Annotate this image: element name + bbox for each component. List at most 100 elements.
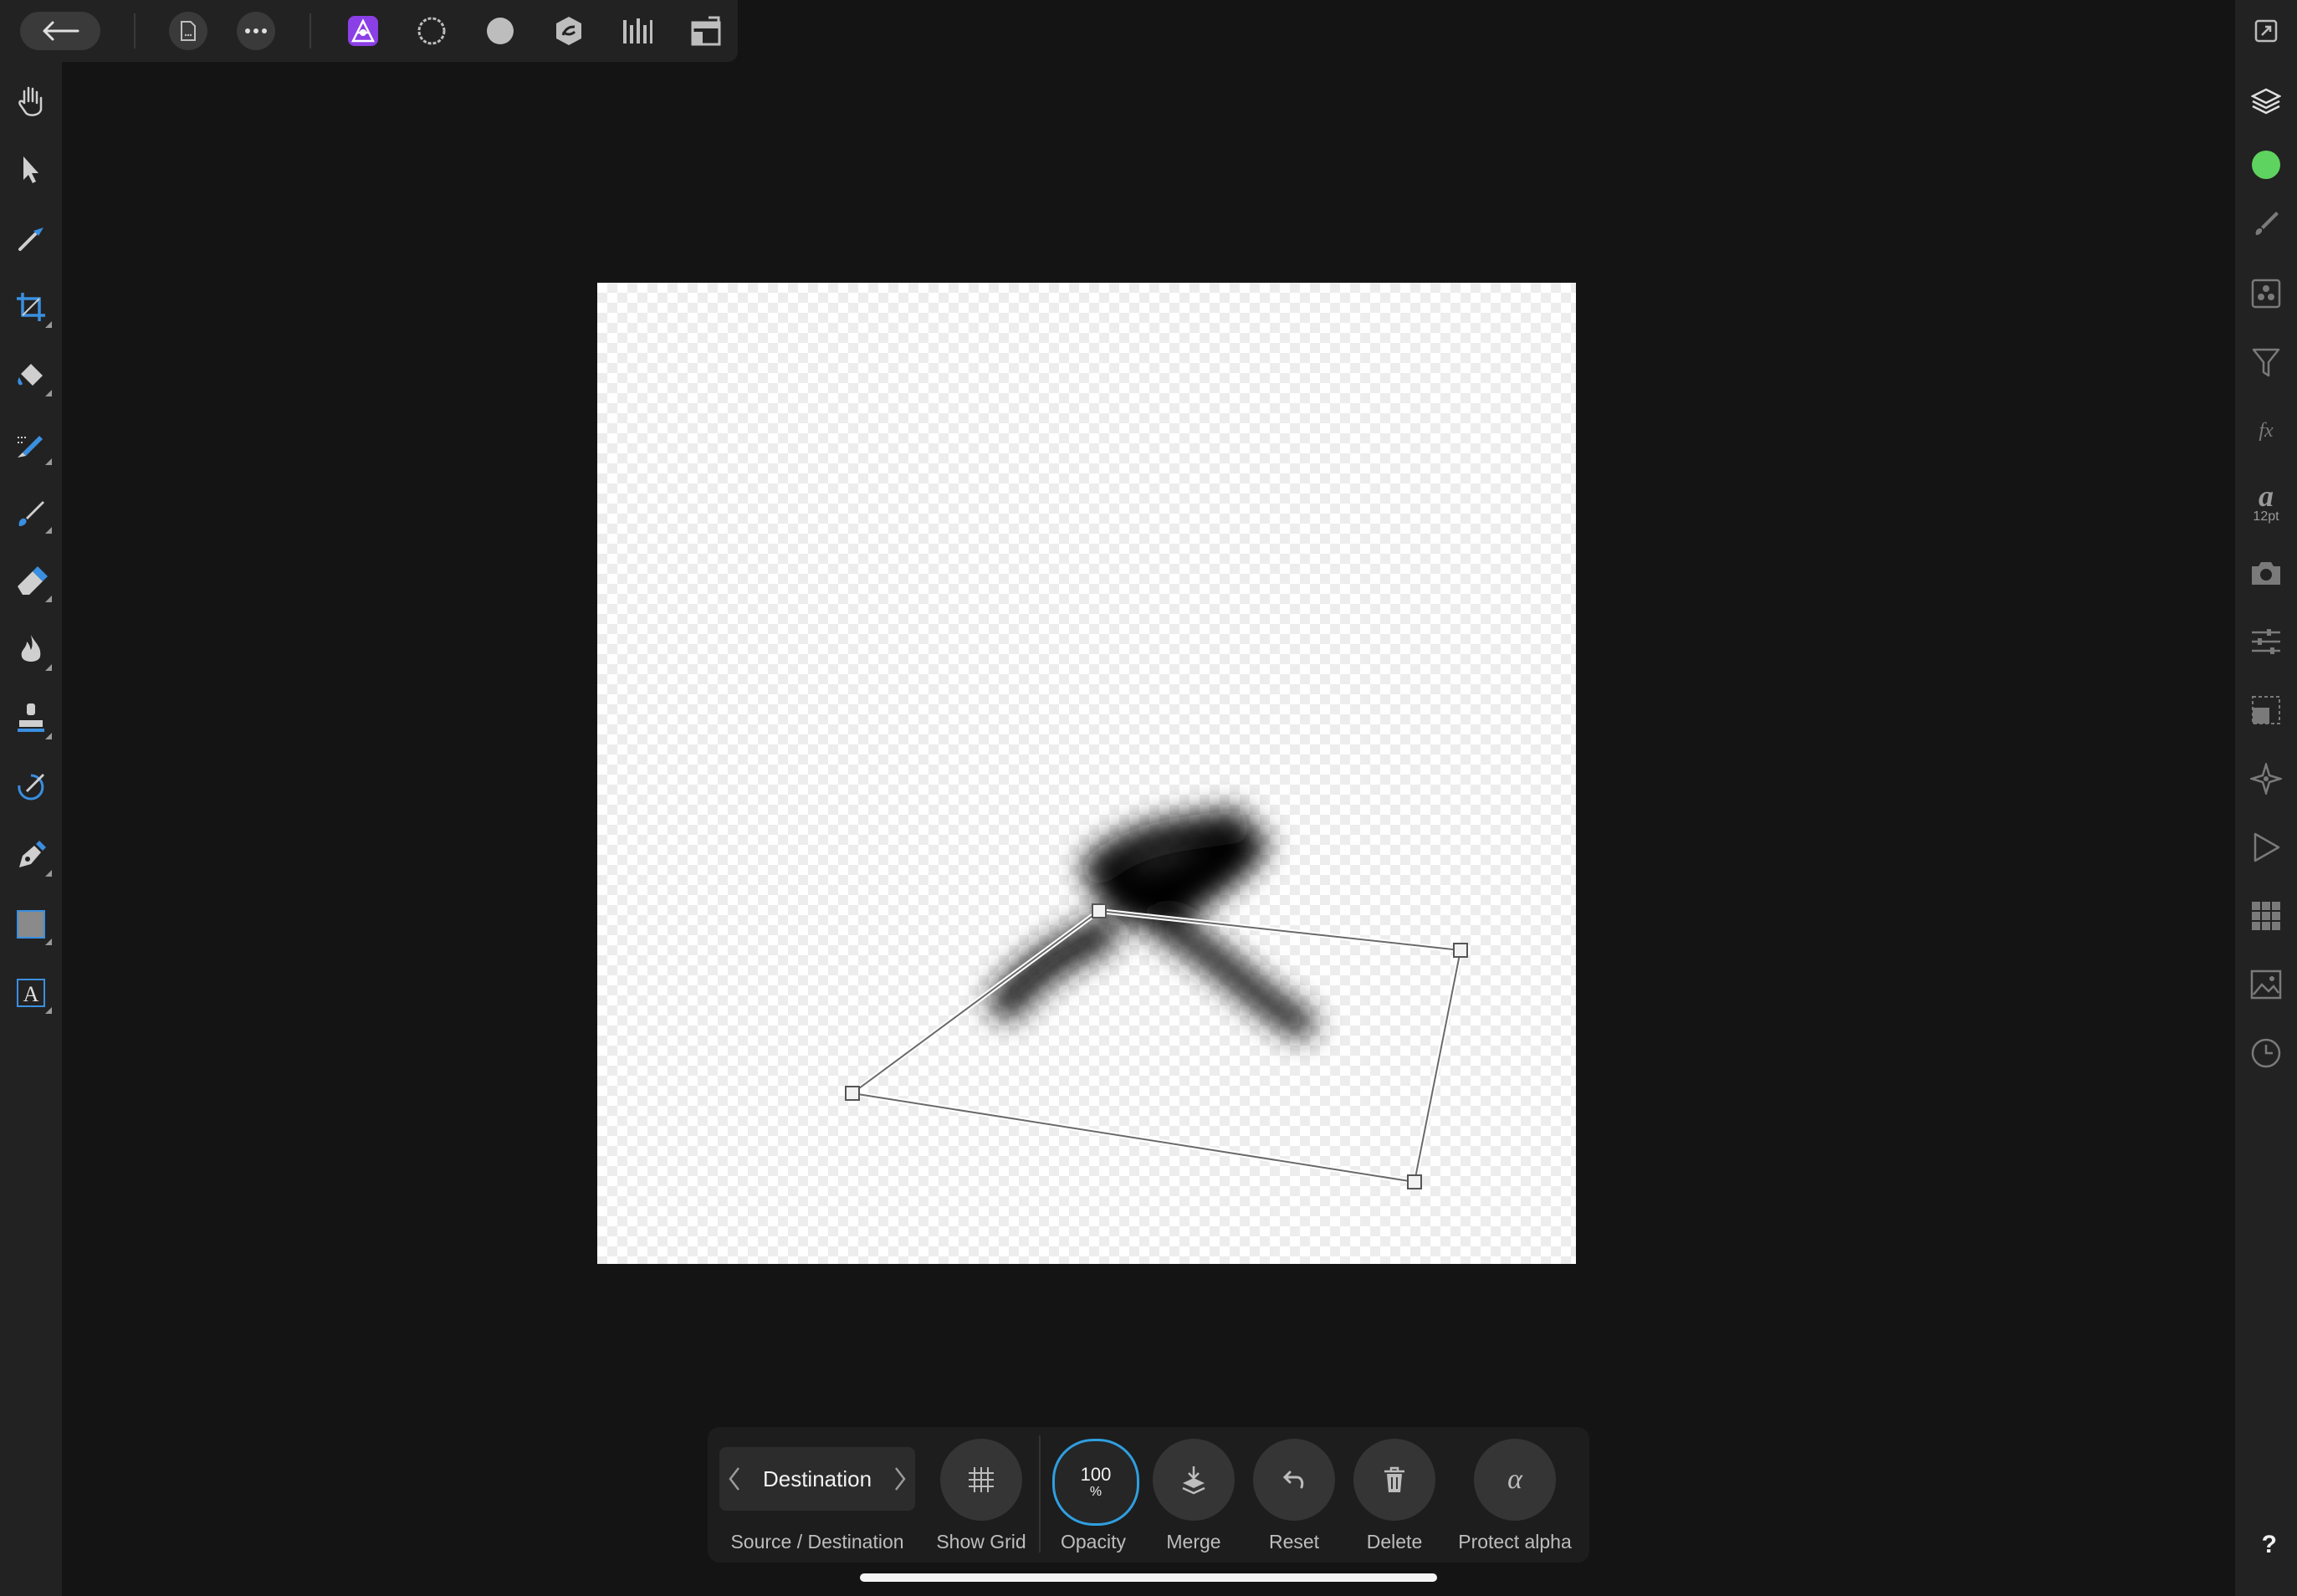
history-brush-icon (18, 774, 44, 801)
brush-icon (2255, 212, 2279, 235)
camera-icon (2252, 562, 2280, 585)
compass-icon (2250, 763, 2282, 795)
crop-icon (17, 293, 45, 321)
paint-brush-tool[interactable] (8, 490, 54, 535)
photo-persona-button[interactable] (344, 12, 382, 50)
color-picker-tool[interactable] (8, 216, 54, 261)
merge-label: Merge (1166, 1531, 1221, 1553)
more-options-button[interactable] (237, 12, 275, 50)
move-tool[interactable] (8, 147, 54, 192)
play-icon (2254, 832, 2280, 862)
transform-icon (2252, 696, 2280, 724)
crop-tool[interactable] (8, 284, 54, 330)
paint-bucket-icon (18, 364, 43, 386)
layers-icon (2251, 88, 2281, 115)
channels-studio-button[interactable] (2243, 271, 2289, 316)
text-styles-studio-button[interactable]: a 12pt (2243, 473, 2289, 532)
navigator-compass-button[interactable] (2243, 756, 2289, 801)
arrow-left-icon (43, 21, 79, 41)
selection-brush-icon (18, 436, 43, 458)
liquify-persona-button[interactable] (412, 12, 451, 50)
flame-icon (21, 635, 41, 662)
undo-arrow-icon (1282, 1471, 1304, 1489)
filters-studio-button[interactable] (2243, 340, 2289, 385)
artistic-text-icon: A (17, 979, 45, 1007)
mesh-warp-layer (845, 810, 1468, 1189)
warped-brush-stroke (990, 810, 1315, 1038)
svg-text:α: α (1507, 1467, 1523, 1492)
undo-brush-tool[interactable] (8, 765, 54, 810)
adjustments-studio-button[interactable] (2243, 619, 2289, 664)
stamp-icon (18, 703, 44, 732)
pointer-icon (23, 156, 38, 183)
develop-persona-icon (487, 18, 514, 44)
grid-icon (969, 1467, 994, 1492)
stock-studio-button[interactable] (2243, 893, 2289, 939)
tools-panel: A (0, 62, 62, 1596)
reset-button[interactable] (1253, 1439, 1335, 1521)
mesh-warp-handles[interactable] (845, 903, 1468, 1189)
next-mode-button[interactable] (885, 1447, 915, 1511)
alpha-icon: α (1507, 1467, 1523, 1492)
pen-tool[interactable] (8, 833, 54, 878)
tone-mapping-persona-button[interactable] (550, 12, 588, 50)
reset-label: Reset (1268, 1531, 1320, 1553)
chevron-right-icon (895, 1467, 906, 1491)
help-button[interactable]: ? (2262, 1531, 2277, 1559)
protect-alpha-button[interactable]: α (1474, 1439, 1556, 1521)
colour-studio-button[interactable] (2243, 142, 2289, 187)
assets-studio-button[interactable] (2243, 962, 2289, 1007)
transform-studio-button[interactable] (2243, 688, 2289, 733)
text-tool[interactable]: A (8, 970, 54, 1015)
merge-icon (1182, 1466, 1205, 1495)
tone-mapping-persona-icon (556, 17, 581, 45)
merge-button[interactable] (1153, 1439, 1235, 1521)
protect-alpha-label: Protect alpha (1458, 1531, 1572, 1553)
effects-studio-button[interactable]: fx (2243, 408, 2289, 453)
show-grid-label: Show Grid (936, 1531, 1026, 1553)
layers-studio-button[interactable] (2243, 79, 2289, 124)
top-toolbar (0, 0, 738, 62)
image-icon (2250, 969, 2282, 1000)
grid-icon (2252, 902, 2280, 930)
macro-studio-button[interactable] (2243, 825, 2289, 870)
ellipsis-icon (245, 28, 267, 33)
history-studio-button[interactable] (2243, 1031, 2289, 1076)
show-grid-button[interactable] (940, 1439, 1022, 1521)
export-persona-button[interactable] (618, 12, 657, 50)
eraser-icon (18, 566, 48, 595)
snapshots-studio-button[interactable] (2243, 550, 2289, 596)
mesh-warp-grid[interactable] (846, 908, 1464, 1185)
sliders-icon (2252, 629, 2280, 654)
erase-brush-tool[interactable] (8, 559, 54, 604)
back-button[interactable] (20, 12, 100, 50)
document-menu-button[interactable] (169, 12, 207, 50)
develop-persona-button[interactable] (481, 12, 519, 50)
rectangle-icon (17, 910, 45, 939)
navigator-studio-button[interactable] (2243, 8, 2289, 54)
selection-brush-tool[interactable] (8, 422, 54, 467)
opacity-dial[interactable]: 100 % (1052, 1439, 1139, 1526)
character-icon: a (2259, 481, 2274, 509)
home-indicator[interactable] (860, 1573, 1437, 1582)
context-toolbar: Destination Source / Destination Show Gr… (708, 1427, 1589, 1563)
burn-brush-tool[interactable] (8, 627, 54, 673)
share-export-button[interactable] (687, 12, 725, 50)
channels-icon (2251, 279, 2281, 309)
clone-brush-tool[interactable] (8, 696, 54, 741)
svg-text:a: a (2259, 481, 2274, 509)
previous-mode-button[interactable] (719, 1447, 749, 1511)
chevron-left-icon (729, 1467, 739, 1491)
delete-button[interactable] (1353, 1439, 1435, 1521)
view-tool[interactable] (8, 79, 54, 124)
document-icon (181, 21, 196, 41)
paint-brush-icon (18, 501, 44, 526)
liquify-persona-icon (417, 17, 446, 45)
brushes-studio-button[interactable] (2243, 201, 2289, 246)
rectangle-tool[interactable] (8, 902, 54, 947)
source-destination-selector[interactable]: Destination (719, 1447, 915, 1511)
trash-icon (1384, 1466, 1404, 1492)
document-canvas[interactable] (597, 283, 1576, 1264)
mode-caption: Source / Destination (730, 1531, 904, 1553)
flood-fill-tool[interactable] (8, 353, 54, 398)
